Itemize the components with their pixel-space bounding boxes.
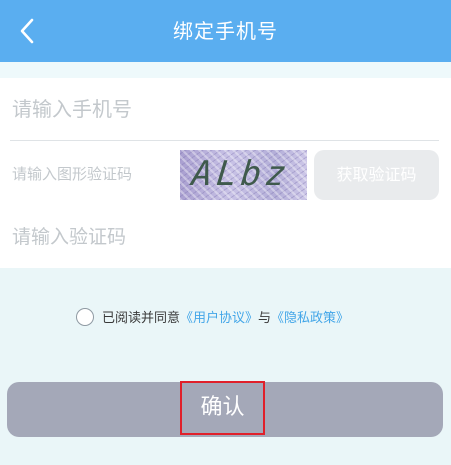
header-spacer (0, 62, 451, 78)
page-title: 绑定手机号 (173, 19, 278, 43)
code-row (0, 206, 451, 268)
captcha-image[interactable]: ALbz (180, 150, 307, 200)
agreement-prefix: 已阅读并同意 (102, 311, 181, 326)
verification-code-input[interactable] (12, 222, 432, 252)
confirm-button[interactable]: 确认 (7, 381, 443, 437)
captcha-row: ALbz 获取验证码 (0, 142, 451, 204)
agreement-row: 已阅读并同意《用户协议》与《隐私政策》 (76, 308, 349, 330)
agreement-conjunction: 与 (258, 311, 272, 326)
agree-radio[interactable] (76, 308, 94, 326)
phone-row (0, 78, 451, 141)
confirm-label: 确认 (180, 381, 265, 435)
user-agreement-link[interactable]: 《用户协议》 (180, 311, 258, 326)
app-header: 绑定手机号 (0, 0, 451, 62)
divider (10, 140, 439, 141)
privacy-policy-link[interactable]: 《隐私政策》 (271, 311, 349, 326)
get-code-button[interactable]: 获取验证码 (314, 150, 439, 200)
captcha-input[interactable] (12, 162, 172, 186)
phone-input[interactable] (12, 92, 432, 126)
captcha-image-text: ALbz (189, 154, 292, 194)
bind-phone-form: ALbz 获取验证码 (0, 78, 451, 268)
